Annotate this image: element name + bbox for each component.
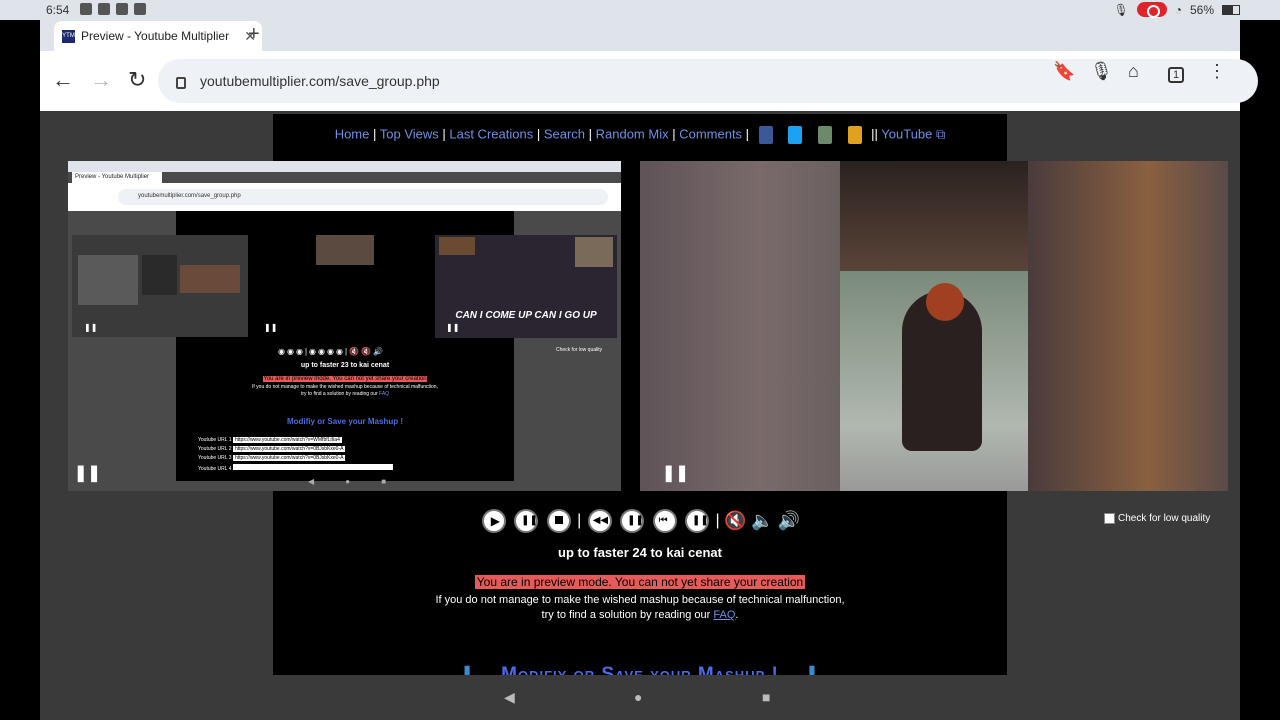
embedded-help: If you do not manage to make the wished … — [252, 384, 438, 397]
checkbox-icon[interactable] — [1104, 513, 1115, 524]
pause-icon[interactable]: ❚❚ — [662, 463, 689, 483]
tab-switcher-icon[interactable]: 1 — [1168, 67, 1185, 83]
nav-home[interactable]: Home — [335, 126, 370, 141]
embedded-nav-buttons: ◀ ● ■ — [308, 477, 387, 486]
help-line-2: try to find a solution by reading our — [541, 609, 711, 621]
pause-button[interactable]: ❚❚ — [685, 509, 710, 533]
url-text[interactable]: youtubemultiplier.com/save_group.php — [200, 73, 440, 89]
menu-icon[interactable]: ⋮ — [1208, 61, 1226, 82]
preview-warning: You are in preview mode. You can not yet… — [40, 575, 1240, 589]
pause-all-button[interactable]: ❚❚ — [514, 509, 539, 533]
bookmark-icon[interactable]: 🔖 — [1053, 61, 1075, 82]
youtube-link[interactable]: YouTube — [881, 126, 932, 141]
nav-last-creations[interactable]: Last Creations — [449, 126, 533, 141]
screen-record-icon — [1136, 2, 1167, 18]
browser-toolbar: ← → ↻ youtubemultiplier.com/save_group.p… — [40, 51, 1258, 111]
notification-icon — [80, 3, 92, 15]
play-all-button[interactable]: ▶ — [481, 509, 506, 533]
system-navigation-bar: ◀ ● ■ — [40, 675, 1240, 720]
external-link-icon: ⧉ — [936, 126, 946, 142]
web-content: Home | Top Views | Last Creations | Sear… — [40, 111, 1240, 675]
status-right: 🎙 ◔ 56% — [1113, 2, 1240, 18]
back-nav-icon[interactable]: ◀ — [504, 689, 515, 706]
wifi-icon: ◔ — [1174, 2, 1182, 17]
section-title: ⬇ Modifiy or Save your Mashup ! ⬇ — [40, 663, 1240, 675]
embedded-controls: ◉◉◉|◉◉◉◉|🔇🔇🔊 — [278, 347, 385, 356]
low-quality-checkbox[interactable]: Check for low quality — [1104, 513, 1210, 524]
help-line-1: If you do not manage to make the wished … — [435, 594, 845, 606]
warning-text: You are in preview mode. You can not yet… — [474, 575, 806, 589]
recents-nav-icon[interactable]: ■ — [762, 689, 770, 705]
facebook-icon[interactable] — [758, 126, 773, 144]
amazon-icon — [134, 3, 146, 15]
status-time: 6:54 — [46, 3, 70, 17]
nav-search[interactable]: Search — [544, 126, 585, 141]
embedded-overlay-text: CAN I COME UP CAN I GO UP — [455, 310, 597, 321]
mail-icon — [116, 3, 128, 15]
previous-button[interactable]: ⏮ — [652, 509, 677, 533]
back-icon[interactable]: ← — [52, 67, 74, 93]
pause-button[interactable]: ❚❚ — [620, 509, 645, 533]
status-bar: 6:54 🎙 ◔ 56% — [0, 0, 1280, 20]
pause-icon: ❚❚ — [264, 323, 278, 332]
top-navigation: Home | Top Views | Last Creations | Sear… — [273, 126, 1007, 144]
stop-all-button[interactable] — [546, 509, 571, 533]
rewind-button[interactable]: ◀◀ — [587, 509, 612, 533]
embedded-caption: up to faster 23 to kai cenat — [300, 362, 390, 369]
tab-bar: YTM Preview - Youtube Multiplier ✕ + — [40, 20, 1240, 51]
embedded-low-quality: Check for low quality — [556, 347, 603, 353]
pause-icon: ❚❚ — [446, 323, 460, 332]
mashup-caption: up to faster 24 to kai cenat — [558, 545, 722, 560]
video-player-1[interactable]: Preview - Youtube Multiplier youtubemult… — [68, 161, 621, 491]
home-icon[interactable]: ⌂ — [1128, 61, 1139, 82]
home-nav-icon[interactable]: ● — [634, 689, 642, 705]
pause-icon: ❚❚ — [84, 323, 98, 332]
tab-title: Preview - Youtube Multiplier — [81, 29, 230, 43]
nav-top-views[interactable]: Top Views — [380, 126, 439, 141]
rss-icon[interactable] — [847, 126, 862, 144]
twitter-icon[interactable] — [788, 126, 803, 144]
video-player-2[interactable]: ❚❚ — [640, 161, 1228, 491]
volume-low-icon[interactable]: 🔈 — [751, 511, 773, 531]
notification-icons — [80, 3, 146, 15]
embedded-warning: You are in preview mode. You can not yet… — [263, 376, 427, 382]
embedded-tab: Preview - Youtube Multiplier — [72, 172, 162, 183]
embedded-section-title: Modifiy or Save your Mashup ! — [286, 417, 403, 426]
arrow-down-icon: ⬇ — [459, 664, 477, 675]
nav-comments[interactable]: Comments — [679, 126, 742, 141]
embedded-url-list: Youtube URL 1 https://www.youtube.com/wa… — [198, 437, 498, 473]
playback-controls: ▶ ❚❚ | ◀◀ ❚❚ ⏮ ❚❚ | 🔇 🔈 🔊 — [40, 509, 1240, 533]
volume-high-icon[interactable]: 🔊 — [778, 511, 800, 531]
new-tab-icon[interactable]: + — [248, 23, 260, 46]
mute-icon[interactable]: 🔇 — [724, 511, 746, 531]
browser-tab[interactable]: YTM Preview - Youtube Multiplier ✕ — [54, 21, 262, 51]
share-icon[interactable] — [817, 126, 832, 144]
forward-icon[interactable]: → — [90, 67, 112, 93]
separator: | — [577, 512, 582, 530]
embedded-url: youtubemultiplier.com/save_group.php — [118, 189, 608, 205]
lock-icon — [176, 77, 186, 89]
help-text: If you do not manage to make the wished … — [435, 594, 845, 621]
amazon-icon — [98, 3, 110, 15]
mic-icon: 🎙 — [1113, 2, 1129, 17]
reload-icon[interactable]: ↻ — [128, 67, 146, 93]
separator: | — [715, 512, 720, 530]
faq-link[interactable]: FAQ — [713, 609, 735, 621]
favicon-icon: YTM — [62, 29, 75, 43]
arrow-down-icon: ⬇ — [803, 664, 821, 675]
mic-icon[interactable]: 🎙 — [1090, 61, 1113, 82]
battery-percent: 56% — [1189, 2, 1214, 17]
battery-icon — [1222, 4, 1240, 15]
pause-icon[interactable]: ❚❚ — [74, 463, 101, 483]
nav-random-mix[interactable]: Random Mix — [596, 126, 669, 141]
